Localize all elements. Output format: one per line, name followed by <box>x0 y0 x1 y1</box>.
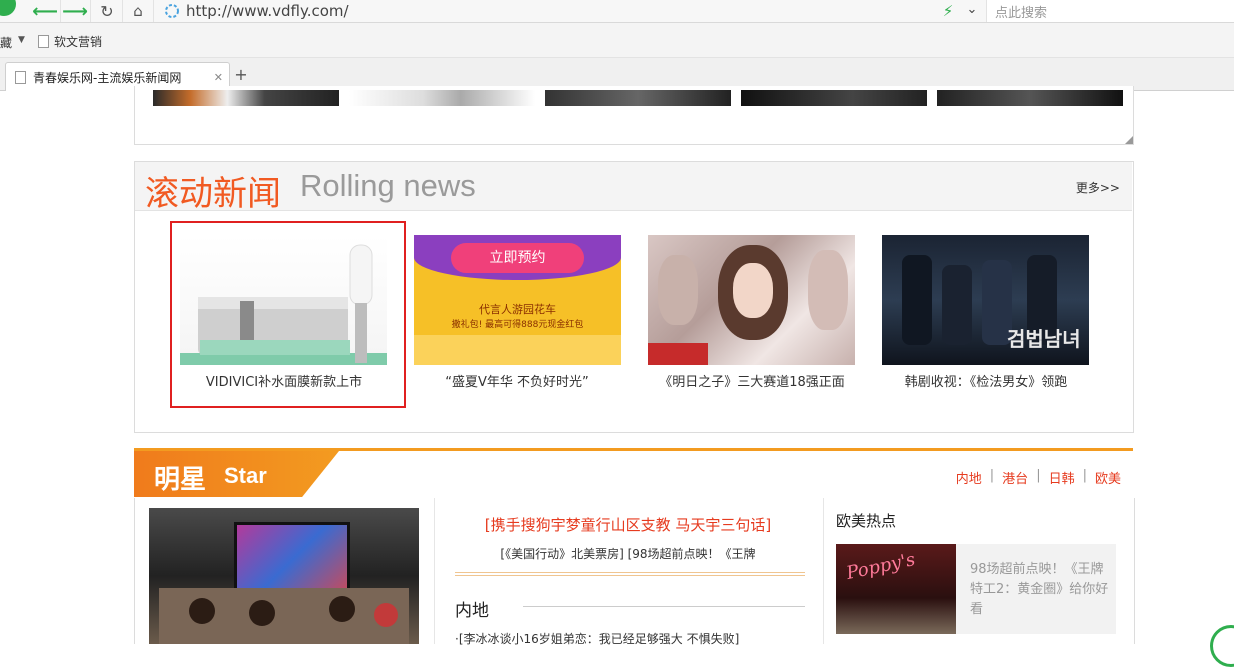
separator: | <box>1082 468 1087 483</box>
promo-line1: 代言人游园花车 <box>479 303 556 316</box>
western-sign-text: Poppy's <box>844 548 918 585</box>
category-link[interactable]: 日韩 <box>1049 468 1075 487</box>
resize-corner-icon <box>1125 136 1133 144</box>
star-title-cn: 明星 <box>154 465 207 495</box>
arrow-left-icon: ⟵ <box>32 0 58 22</box>
star-category-links: 内地 | 港台 | 日韩 | 欧美 <box>956 468 1121 487</box>
section-title-cn: 滚动新闻 <box>145 174 281 214</box>
featured-thumbnail[interactable] <box>349 90 535 106</box>
page-loading-icon <box>165 4 179 18</box>
star-sublinks[interactable]: [《美国行动》北美票房] [98场超前点映！《王牌 <box>448 545 808 562</box>
separator: | <box>989 468 995 483</box>
news-caption[interactable]: 韩剧收视：《检法男女》领跑 <box>866 371 1106 390</box>
forward-button[interactable]: ⟶ <box>60 0 91 22</box>
chevron-down-icon[interactable]: ⌄ <box>962 2 982 22</box>
arrow-right-icon: ⟶ <box>62 0 88 22</box>
mainland-heading: 内地 <box>455 601 489 621</box>
category-link[interactable]: 内地 <box>956 468 982 487</box>
featured-panel <box>134 86 1134 145</box>
star-headline[interactable]: [携手搜狗宇梦童行山区支教 马天宇三句话] <box>448 514 808 535</box>
reload-button[interactable]: ↻ <box>92 0 123 22</box>
bookmark-label: 软文营销 <box>54 35 103 49</box>
reload-icon: ↻ <box>100 1 114 21</box>
separator: | <box>1036 468 1041 483</box>
home-icon: ⌂ <box>133 2 143 20</box>
column-divider <box>434 498 435 644</box>
url-field[interactable]: http://www.vdfly.com/ <box>158 0 938 22</box>
news-caption[interactable]: “盛夏V年华 不负好时光” <box>397 371 637 390</box>
lightning-icon[interactable]: ⚡ <box>938 2 958 22</box>
western-heading: 欧美热点 <box>836 512 897 530</box>
back-button[interactable]: ⟵ <box>30 0 61 22</box>
star-section-header: 明星 Star 内地 | 港台 | 日韩 | 欧美 <box>134 448 1133 499</box>
float-widget-icon[interactable] <box>1210 625 1234 667</box>
featured-thumbnail[interactable] <box>545 90 731 106</box>
more-link[interactable]: 更多>> <box>1076 179 1120 196</box>
search-placeholder: 点此搜索 <box>995 5 1048 21</box>
tab-title: 青春娱乐网-主流娱乐新闻网 <box>33 70 182 85</box>
category-link[interactable]: 欧美 <box>1095 468 1121 487</box>
star-title-en: Star <box>224 463 267 488</box>
rolling-news-header: 滚动新闻 Rolling news 更多>> <box>135 162 1132 214</box>
star-feature-image[interactable] <box>149 508 419 644</box>
address-bar: ⟵ ⟶ ↻ ⌂ http://www.vdfly.com/ ⚡ ⌄ 点此搜索 <box>0 0 1234 23</box>
column-divider <box>823 498 824 644</box>
search-input[interactable]: 点此搜索 <box>986 0 1234 22</box>
news-thumbnail[interactable]: 立即预约 代言人游园花车 撒礼包! 最高可得888元现金红包 <box>414 235 621 365</box>
western-item-text[interactable]: 98场超前点映！《王牌特工2：黄金圈》给你好看 <box>970 560 1110 620</box>
list-item[interactable]: ·[李冰冰谈小16岁姐弟恋：我已经足够强大 不惧失败] <box>455 630 739 647</box>
cosmetic-jar-image <box>180 244 387 365</box>
featured-thumbnail[interactable] <box>153 90 339 106</box>
page-icon <box>15 70 26 84</box>
news-caption[interactable]: 《明日之子》三大赛道18强正面 <box>632 371 872 390</box>
category-link[interactable]: 港台 <box>1002 468 1028 487</box>
browser-logo-icon <box>0 0 16 16</box>
bookmarks-menu-label[interactable]: 藏 <box>0 34 12 51</box>
news-caption[interactable]: VIDIVICI补水面膜新款上市 <box>164 371 404 390</box>
mainland-heading-rule <box>523 606 805 607</box>
news-thumbnail[interactable] <box>180 235 387 365</box>
promo-line2: 撒礼包! 最高可得888元现金红包 <box>451 320 584 330</box>
home-button[interactable]: ⌂ <box>123 0 154 22</box>
headline-divider <box>455 572 805 576</box>
url-text: http://www.vdfly.com/ <box>186 2 349 20</box>
page-icon <box>38 35 49 48</box>
section-title-en: Rolling news <box>300 168 476 203</box>
bookmark-item[interactable]: 软文营销 <box>38 33 102 50</box>
close-icon[interactable]: ✕ <box>214 71 223 84</box>
bookmarks-dropdown-icon[interactable]: ▼ <box>18 35 25 45</box>
new-tab-button[interactable]: + <box>231 65 251 85</box>
news-thumbnail[interactable]: 검법남녀 <box>882 235 1089 365</box>
featured-thumbnail[interactable] <box>937 90 1123 106</box>
news-thumbnail[interactable] <box>648 235 855 365</box>
drama-title-art: 검법남녀 <box>1007 327 1081 351</box>
featured-thumbnail[interactable] <box>741 90 927 106</box>
promo-button: 立即预约 <box>451 243 584 273</box>
bookmarks-bar: 藏 ▼ 软文营销 <box>0 23 1234 58</box>
western-thumbnail[interactable]: Poppy's <box>836 544 956 634</box>
